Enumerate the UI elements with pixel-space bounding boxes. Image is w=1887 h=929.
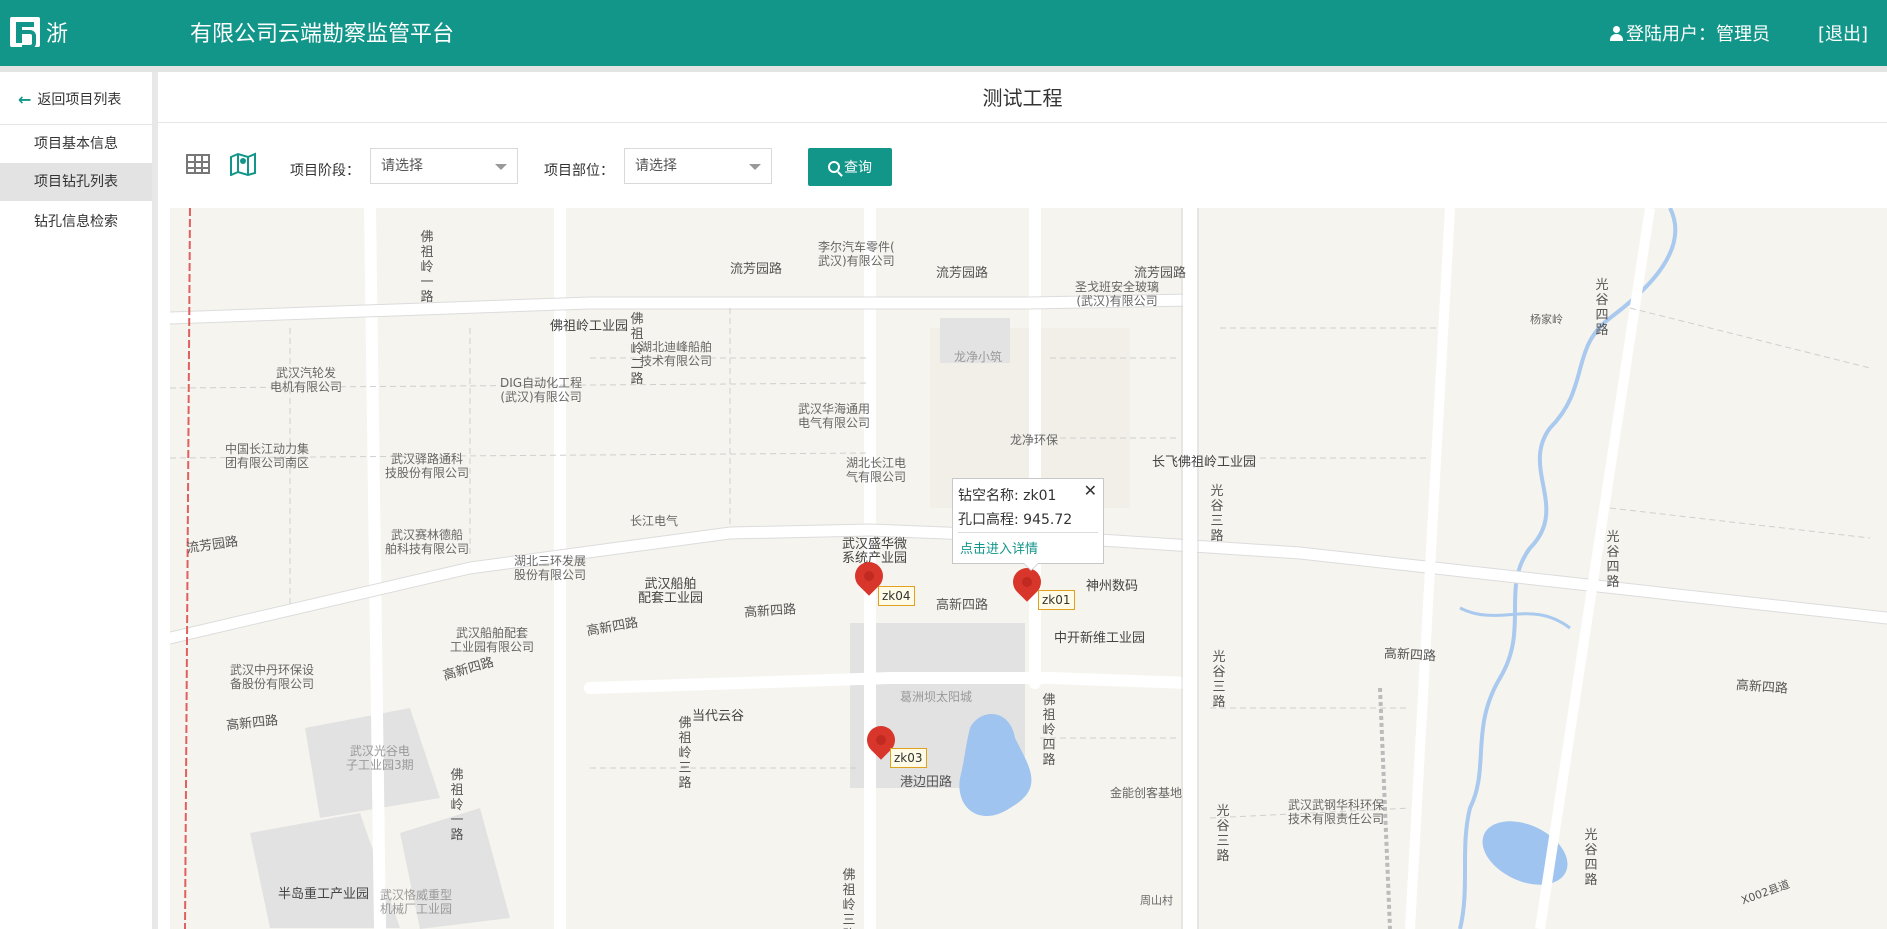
popup-name: 钻空名称: zk01 <box>958 488 1057 504</box>
poi-label: 武汉驿路通科 技股份有限公司 <box>385 452 470 480</box>
header-divider <box>0 66 1887 72</box>
back-label[interactable]: 返回项目列表 <box>37 89 121 109</box>
poi-label: 长飞佛祖岭工业园 <box>1152 455 1257 470</box>
road-label: 光谷三路 <box>1210 484 1224 544</box>
part-select[interactable]: 请选择 <box>624 148 772 184</box>
poi-label: 武汉中丹环保设 备股份有限公司 <box>230 663 315 691</box>
poi-label: 武汉船舶配套 工业园有限公司 <box>450 626 535 654</box>
poi-label: 武汉汽轮发 电机有限公司 <box>270 366 343 394</box>
user-info: 登陆用户：管理员 <box>1610 20 1770 46</box>
logo-text: 浙 <box>46 22 71 47</box>
back-to-project-list-link[interactable]: ← 返回项目列表 <box>18 89 121 109</box>
poi-label: 武汉恪威重型 机械厂工业园 <box>380 888 453 916</box>
arrow-left-icon: ← <box>18 89 32 109</box>
poi-label: 金能创客基地 <box>1110 786 1183 800</box>
borehole-info-popup: 钻空名称: zk01 孔口高程: 945.72 点击进入详情 ✕ <box>952 478 1104 571</box>
part-label: 项目部位： <box>544 163 614 179</box>
sidebar-item-project-info[interactable]: 项目基本信息 <box>0 125 152 163</box>
road-label: 光谷三路 <box>1212 650 1226 710</box>
poi-label: DIG自动化工程 (武汉)有限公司 <box>500 376 583 404</box>
close-icon[interactable]: ✕ <box>1084 481 1097 500</box>
sidebar-item-borehole-list[interactable]: 项目钻孔列表 <box>0 163 152 201</box>
poi-label: 龙净环保 <box>1010 433 1059 447</box>
road-label: 佛祖岭一路 <box>450 768 464 843</box>
search-icon <box>828 161 840 173</box>
poi-label: 当代云谷 <box>692 709 745 724</box>
poi-label: 武汉华海通用 电气有限公司 <box>798 402 871 430</box>
poi-label: 武汉赛林德船 舶科技有限公司 <box>385 528 470 556</box>
poi-label: 神州数码 <box>1086 579 1139 594</box>
poi-label: 武汉武钢华科环保 技术有限责任公司 <box>1288 798 1385 826</box>
part-select-value: 请选择 <box>635 158 677 174</box>
road-label: 高新四路 <box>1383 646 1437 665</box>
poi-label: 武汉船舶 配套工业园 <box>638 577 704 606</box>
title-divider <box>158 122 1887 123</box>
poi-label: 周山村 <box>1140 894 1173 907</box>
sidebar-item-borehole-search[interactable]: 钻孔信息检索 <box>0 203 152 241</box>
toolbar: 项目阶段： 请选择 项目部位： 请选择 查询 <box>158 124 1887 208</box>
popup-detail-link[interactable]: 点击进入详情 <box>960 538 1038 557</box>
user-icon <box>1610 25 1623 41</box>
road-label: 佛祖岭三路 <box>678 716 692 791</box>
poi-label: 葛洲坝太阳城 <box>900 690 973 704</box>
popup-tail-inner <box>1024 563 1038 570</box>
platform-title: 有限公司云端勘察监管平台 <box>190 22 455 47</box>
road-label: 佛祖岭二路 <box>630 312 644 387</box>
popup-divider <box>958 532 1098 533</box>
road-label: 流芳园路 <box>1134 266 1187 281</box>
poi-label: 佛祖岭工业园 <box>550 319 629 334</box>
stage-select-value: 请选择 <box>381 158 423 174</box>
road-label: 佛祖岭一路 <box>420 230 434 305</box>
query-button[interactable]: 查询 <box>808 148 892 186</box>
poi-label: 半岛重工产业园 <box>278 887 370 902</box>
logo-icon <box>10 17 40 49</box>
poi-label: 湖北三环发展 股份有限公司 <box>514 554 587 582</box>
road-label: 港边田路 <box>900 775 953 790</box>
road-label: 高新四路 <box>936 598 989 613</box>
poi-label: 李尔汽车零件(武汉)有限公司 <box>818 240 895 268</box>
poi-label: 杨家岭 <box>1530 313 1563 326</box>
poi-label: 中国长江动力集 团有限公司南区 <box>225 442 310 470</box>
marker-label[interactable]: zk01 <box>1038 590 1075 610</box>
stage-label: 项目阶段： <box>290 163 360 179</box>
poi-label: 湖北长江电 气有限公司 <box>846 456 907 484</box>
road-label: 流芳园路 <box>936 266 989 281</box>
logout-button[interactable]: [退出] <box>1818 20 1868 46</box>
road-label: 流芳园路 <box>730 262 783 277</box>
marker-label[interactable]: zk03 <box>890 748 927 768</box>
logout-label[interactable]: [退出] <box>1818 20 1868 46</box>
page-title: 测试工程 <box>982 86 1063 110</box>
popup-elevation: 孔口高程: 945.72 <box>958 512 1073 528</box>
poi-label: 中开新维工业园 <box>1054 631 1146 646</box>
road-label: 光谷四路 <box>1606 530 1620 590</box>
sidebar: ← 返回项目列表 项目基本信息 项目钻孔列表 钻孔信息检索 <box>0 72 158 929</box>
road-label: 佛祖岭四路 <box>1042 693 1056 768</box>
poi-label: 武汉光谷电 子工业园3期 <box>346 744 414 772</box>
poi-label: 湖北迪峰船舶 技术有限公司 <box>640 340 713 368</box>
top-header: 浙 有限公司云端勘察监管平台 登陆用户：管理员 [退出] <box>0 0 1887 66</box>
chevron-down-icon <box>495 164 507 170</box>
map-view-icon[interactable] <box>230 152 256 176</box>
road-label: 高新四路 <box>1735 678 1789 697</box>
poi-label: 圣戈班安全玻璃 (武汉)有限公司 <box>1075 280 1160 308</box>
road-label: 高新四路 <box>743 602 797 621</box>
table-view-icon[interactable] <box>186 154 210 174</box>
user-label: 登陆用户：管理员 <box>1626 24 1770 45</box>
marker-label[interactable]: zk04 <box>878 586 915 606</box>
road-label: 光谷三路 <box>1216 804 1230 864</box>
poi-label: 长江电气 <box>630 514 679 528</box>
stage-select[interactable]: 请选择 <box>370 148 518 184</box>
query-label[interactable]: 查询 <box>844 157 872 177</box>
poi-label: 龙净小筑 <box>954 350 1003 364</box>
road-label: 光谷四路 <box>1584 828 1598 888</box>
chevron-down-icon <box>749 164 761 170</box>
road-label: 佛祖岭三路 <box>842 868 856 929</box>
road-label: 光谷四路 <box>1595 278 1609 338</box>
